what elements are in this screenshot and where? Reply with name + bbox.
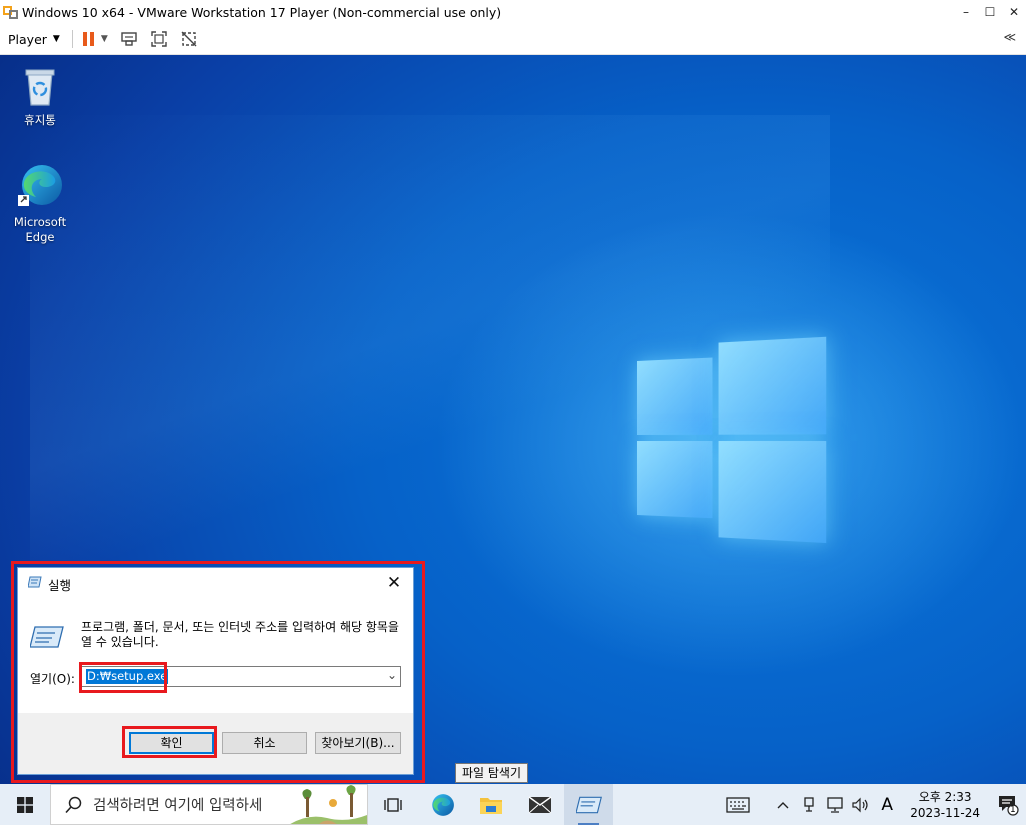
notification-count: 1: [1010, 804, 1016, 815]
search-icon: [65, 796, 82, 813]
desktop-icon-recycle-bin[interactable]: 휴지통: [5, 65, 75, 128]
windows-start-icon: [17, 796, 33, 813]
window-title: Windows 10 x64 - VMware Workstation 17 P…: [22, 4, 502, 20]
ok-button[interactable]: 확인: [129, 732, 214, 754]
run-dialog-description: 프로그램, 폴더, 문서, 또는 인터넷 주소를 입력하여 해당 항목을 열 수…: [81, 620, 399, 649]
run-dialog-title: 실행: [48, 578, 72, 593]
desktop-icon-label: 휴지통: [24, 113, 56, 127]
edge-icon: [431, 793, 454, 816]
chevron-down-icon[interactable]: ⌄: [387, 668, 397, 682]
search-input[interactable]: 검색하려면 여기에 입력하세: [50, 784, 368, 825]
network-icon[interactable]: [824, 796, 846, 813]
run-dialog-body: 프로그램, 폴더, 문서, 또는 인터넷 주소를 입력하여 해당 항목을 열 수…: [18, 598, 413, 713]
system-tray: A 오후 2:33 2023-11-24 1: [724, 784, 1026, 825]
taskbar-run-button[interactable]: [564, 784, 613, 825]
run-icon: [575, 796, 602, 813]
file-explorer-icon: [479, 797, 502, 814]
start-button[interactable]: [0, 784, 50, 825]
ime-indicator[interactable]: A: [876, 795, 898, 815]
collapse-toolbar-icon[interactable]: ≪: [1003, 30, 1016, 44]
browse-button[interactable]: 찾아보기(B)...: [315, 732, 401, 754]
taskbar-file-explorer-button[interactable]: [466, 784, 515, 825]
minimize-button[interactable]: –: [954, 5, 978, 19]
run-dialog-titlebar: 실행 ✕: [18, 568, 413, 598]
taskbar: 검색하려면 여기에 입력하세 A 오후 2:33 2023-11-24 1: [0, 784, 1026, 825]
run-icon: [30, 626, 64, 648]
run-dialog: 실행 ✕ 프로그램, 폴더, 문서, 또는 인터넷 주소를 입력하여 해당 항목…: [17, 567, 414, 775]
notification-center-button[interactable]: 1: [990, 794, 1026, 816]
recycle-bin-icon: [25, 69, 55, 106]
vm-toolbar: Player ▼ ▼ ≪: [0, 24, 1026, 55]
close-button[interactable]: ✕: [1002, 5, 1026, 19]
close-icon[interactable]: ✕: [381, 571, 407, 595]
mail-icon: [528, 795, 551, 813]
desktop-icon-label: Microsoft Edge: [13, 215, 67, 244]
clock-time: 오후 2:33: [918, 789, 972, 804]
vm-titlebar: Windows 10 x64 - VMware Workstation 17 P…: [0, 0, 1026, 24]
search-highlight-illustration: [287, 785, 367, 824]
send-ctrl-alt-del-icon[interactable]: [118, 28, 140, 50]
toolbar-divider: [71, 30, 73, 48]
chevron-down-icon: ▼: [52, 34, 60, 44]
task-view-icon: [383, 797, 402, 812]
unity-mode-icon[interactable]: [178, 28, 200, 50]
maximize-button[interactable]: ☐: [978, 5, 1002, 19]
cancel-button[interactable]: 취소: [222, 732, 307, 754]
edge-icon: [18, 165, 62, 206]
desktop-icon-edge[interactable]: Microsoft Edge: [5, 161, 75, 245]
task-view-button[interactable]: [368, 784, 417, 825]
windows-logo: [637, 336, 830, 546]
touch-keyboard-icon[interactable]: [724, 796, 752, 813]
open-label: 열기(O):: [30, 672, 75, 686]
taskbar-edge-button[interactable]: [417, 784, 466, 825]
taskbar-mail-button[interactable]: [515, 784, 564, 825]
annotation-highlight-input: [79, 662, 167, 693]
clock[interactable]: 오후 2:33 2023-11-24: [910, 789, 980, 821]
volume-icon[interactable]: [850, 797, 872, 813]
run-icon: [28, 576, 42, 588]
pause-dropdown-icon[interactable]: ▼: [101, 34, 108, 44]
vmware-logo-icon: [3, 4, 19, 20]
fullscreen-icon[interactable]: [148, 28, 170, 50]
search-placeholder: 검색하려면 여기에 입력하세: [93, 798, 263, 814]
usb-device-icon[interactable]: [798, 796, 820, 813]
player-menu[interactable]: Player ▼: [8, 32, 60, 47]
clock-date: 2023-11-24: [910, 805, 980, 820]
chevron-up-icon[interactable]: [772, 801, 794, 809]
player-menu-label: Player: [8, 31, 47, 47]
tooltip-file-explorer: 파일 탐색기: [455, 763, 529, 783]
pause-icon[interactable]: [82, 32, 94, 46]
